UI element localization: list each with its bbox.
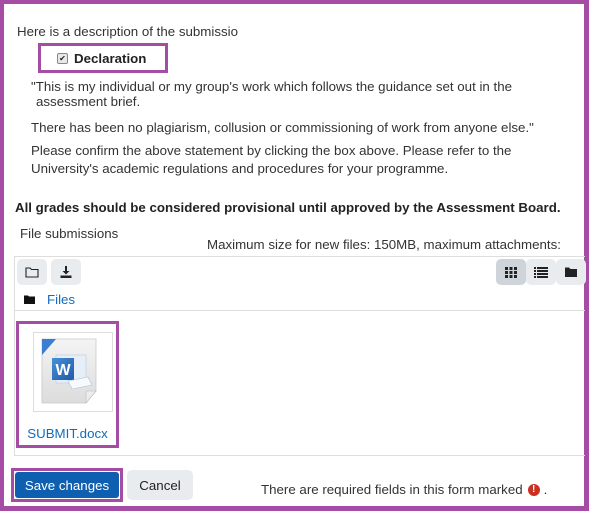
confirm-line-1: Please confirm the above statement by cl… [31, 143, 512, 158]
save-changes-button[interactable]: Save changes [15, 472, 119, 498]
filemanager-border-left [14, 256, 15, 456]
view-icons-button[interactable] [496, 259, 526, 285]
grades-notice: All grades should be considered provisio… [15, 200, 561, 215]
view-list-button[interactable] [526, 259, 556, 285]
filemanager-divider [14, 310, 585, 311]
svg-text:W: W [55, 362, 71, 379]
download-icon [60, 266, 72, 278]
files-breadcrumb[interactable]: Files [24, 292, 75, 307]
folder-icon [24, 295, 35, 304]
file-thumbnail[interactable]: W [33, 332, 113, 412]
statement-line-2: assessment brief. [36, 94, 141, 109]
declaration-checkbox[interactable]: ✔ [57, 52, 68, 64]
statement-line-1: "This is my individual or my group's wor… [31, 79, 512, 94]
file-item[interactable]: W SUBMIT.docx [16, 321, 119, 448]
save-button-highlight: Save changes [11, 468, 123, 502]
list-icon [534, 266, 548, 278]
cancel-button[interactable]: Cancel [127, 470, 193, 500]
file-submissions-label: File submissions [20, 226, 119, 241]
folder-outline-icon [25, 267, 39, 278]
create-folder-button[interactable] [17, 259, 47, 285]
statement-text: "This is my individual or my group's wor… [31, 79, 512, 109]
view-tree-button[interactable] [556, 259, 586, 285]
confirm-text: Please confirm the above statement by cl… [31, 142, 511, 178]
statement-line-3: There has been no plagiarism, collusion … [31, 120, 534, 135]
declaration-label: Declaration [74, 50, 147, 66]
declaration-checkbox-field[interactable]: ✔ Declaration [38, 43, 168, 73]
filemanager-border-top [14, 256, 585, 257]
download-all-button[interactable] [51, 259, 81, 285]
description-label: Here is a description of the submissio [17, 24, 238, 39]
folder-icon [565, 267, 577, 277]
required-fields-notice: There are required fields in this form m… [261, 482, 547, 497]
file-name[interactable]: SUBMIT.docx [19, 426, 116, 441]
file-limits-text: Maximum size for new files: 150MB, maxim… [207, 237, 561, 252]
required-suffix: . [543, 482, 548, 497]
filemanager-border-bottom [14, 455, 585, 456]
word-document-icon: W [41, 338, 97, 404]
grid-icon [505, 266, 517, 278]
confirm-line-2: University's academic regulations and pr… [31, 161, 449, 176]
required-text: There are required fields in this form m… [261, 482, 523, 497]
required-icon: ! [527, 483, 540, 496]
files-breadcrumb-label[interactable]: Files [47, 292, 75, 307]
